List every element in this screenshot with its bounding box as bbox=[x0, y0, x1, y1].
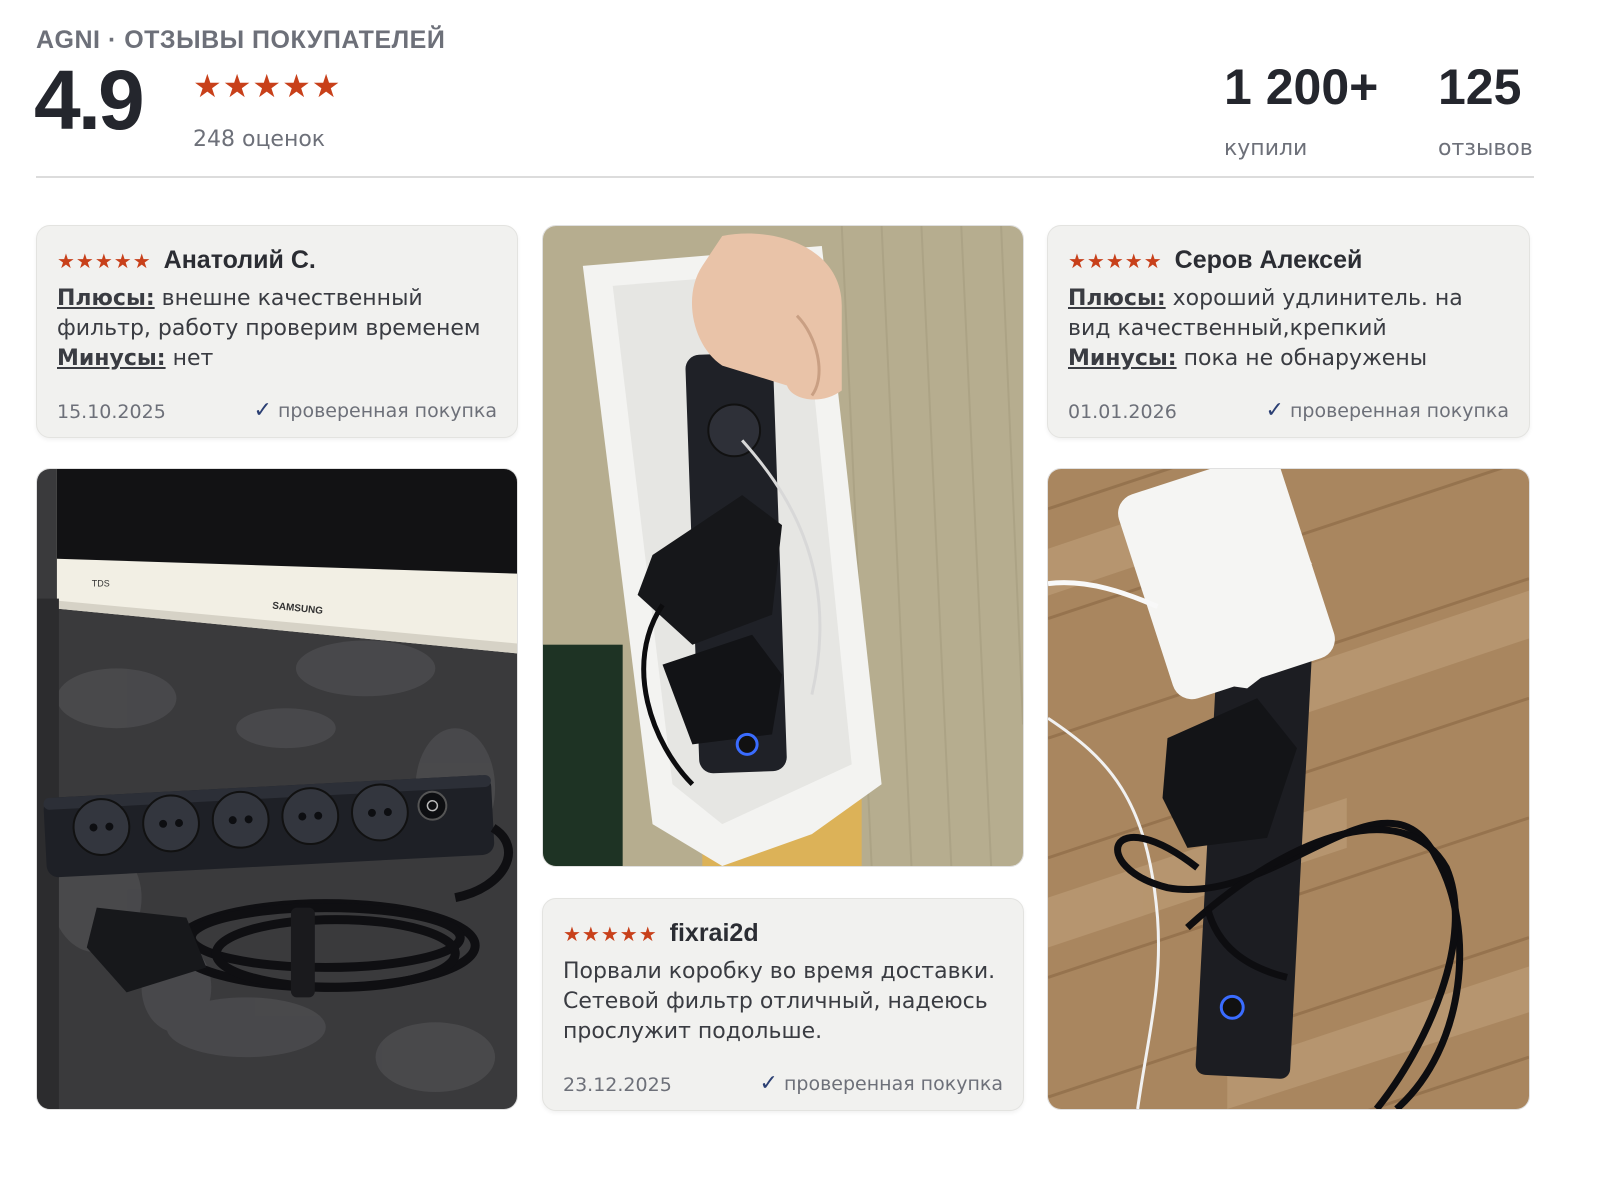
review-date: 23.12.2025 bbox=[563, 1074, 672, 1096]
stat-bought: 1 200+ купили bbox=[1224, 62, 1378, 161]
review-card-2[interactable]: ★★★★★ fixrai2d Порвали коробку во время … bbox=[542, 898, 1024, 1111]
review-author: Анатолий С. bbox=[163, 246, 316, 274]
pros-label: Плюсы: bbox=[1068, 286, 1166, 311]
stat-bought-label: купили bbox=[1224, 136, 1308, 161]
cons-text: нет bbox=[172, 346, 214, 371]
review-date: 15.10.2025 bbox=[57, 401, 166, 423]
stat-reviews: 125 отзывов bbox=[1438, 62, 1533, 161]
review-body: Плюсы: хороший удлинитель. на вид качест… bbox=[1068, 284, 1511, 374]
verified-label: проверенная покупка bbox=[783, 1072, 1003, 1095]
header-divider bbox=[36, 176, 1534, 178]
microwave-label-text: TDS bbox=[92, 579, 110, 589]
power-strip-photo: SAMSUNG TDS bbox=[37, 469, 517, 1109]
stat-reviews-value: 125 bbox=[1438, 59, 1522, 115]
wood-floor-photo bbox=[1048, 469, 1529, 1109]
review-header: ★★★★★ Анатолий С. bbox=[57, 246, 316, 275]
review-stars: ★★★★★ bbox=[563, 921, 658, 946]
stat-reviews-label: отзывов bbox=[1438, 136, 1533, 161]
cons-label: Минусы: bbox=[57, 346, 166, 371]
review-author: fixrai2d bbox=[669, 919, 759, 947]
pros-label: Плюсы: bbox=[57, 286, 155, 311]
verified-badge: ✓ проверенная покупка bbox=[254, 398, 497, 423]
review-header: ★★★★★ Серов Алексей bbox=[1068, 246, 1362, 275]
review-stars: ★★★★★ bbox=[57, 248, 152, 273]
average-rating: 4.9 bbox=[34, 53, 145, 147]
verified-badge: ✓ проверенная покупка bbox=[760, 1071, 1003, 1096]
cable-box-photo bbox=[543, 226, 1023, 866]
review-photo-3[interactable] bbox=[1047, 468, 1530, 1110]
verified-label: проверенная покупка bbox=[277, 399, 497, 422]
review-date: 01.01.2026 bbox=[1068, 401, 1177, 423]
page-heading: AGNI · ОТЗЫВЫ ПОКУПАТЕЛЕЙ bbox=[36, 26, 446, 54]
review-photo-1[interactable]: SAMSUNG TDS bbox=[36, 468, 518, 1110]
review-body: Порвали коробку во время доставки. Сетев… bbox=[563, 959, 996, 1044]
review-body: Плюсы: внешне качественный фильтр, работ… bbox=[57, 284, 499, 374]
review-card-3[interactable]: ★★★★★ Серов Алексей Плюсы: хороший удлин… bbox=[1047, 225, 1530, 438]
verified-badge: ✓ проверенная покупка bbox=[1266, 398, 1509, 423]
rating-stars: ★★★★★ bbox=[193, 67, 342, 105]
stat-bought-value: 1 200+ bbox=[1224, 59, 1379, 115]
review-author: Серов Алексей bbox=[1174, 246, 1363, 274]
verified-label: проверенная покупка bbox=[1289, 399, 1509, 422]
review-card-1[interactable]: ★★★★★ Анатолий С. Плюсы: внешне качестве… bbox=[36, 225, 518, 438]
review-stars: ★★★★★ bbox=[1068, 248, 1163, 273]
ratings-count: 248 оценок bbox=[193, 127, 326, 152]
review-header: ★★★★★ fixrai2d bbox=[563, 919, 759, 948]
cons-label: Минусы: bbox=[1068, 346, 1177, 371]
checkmark-icon: ✓ bbox=[253, 398, 272, 423]
cons-text: пока не обнаружены bbox=[1183, 346, 1428, 371]
review-photo-2[interactable] bbox=[542, 225, 1024, 867]
checkmark-icon: ✓ bbox=[1265, 398, 1284, 423]
checkmark-icon: ✓ bbox=[759, 1071, 778, 1096]
